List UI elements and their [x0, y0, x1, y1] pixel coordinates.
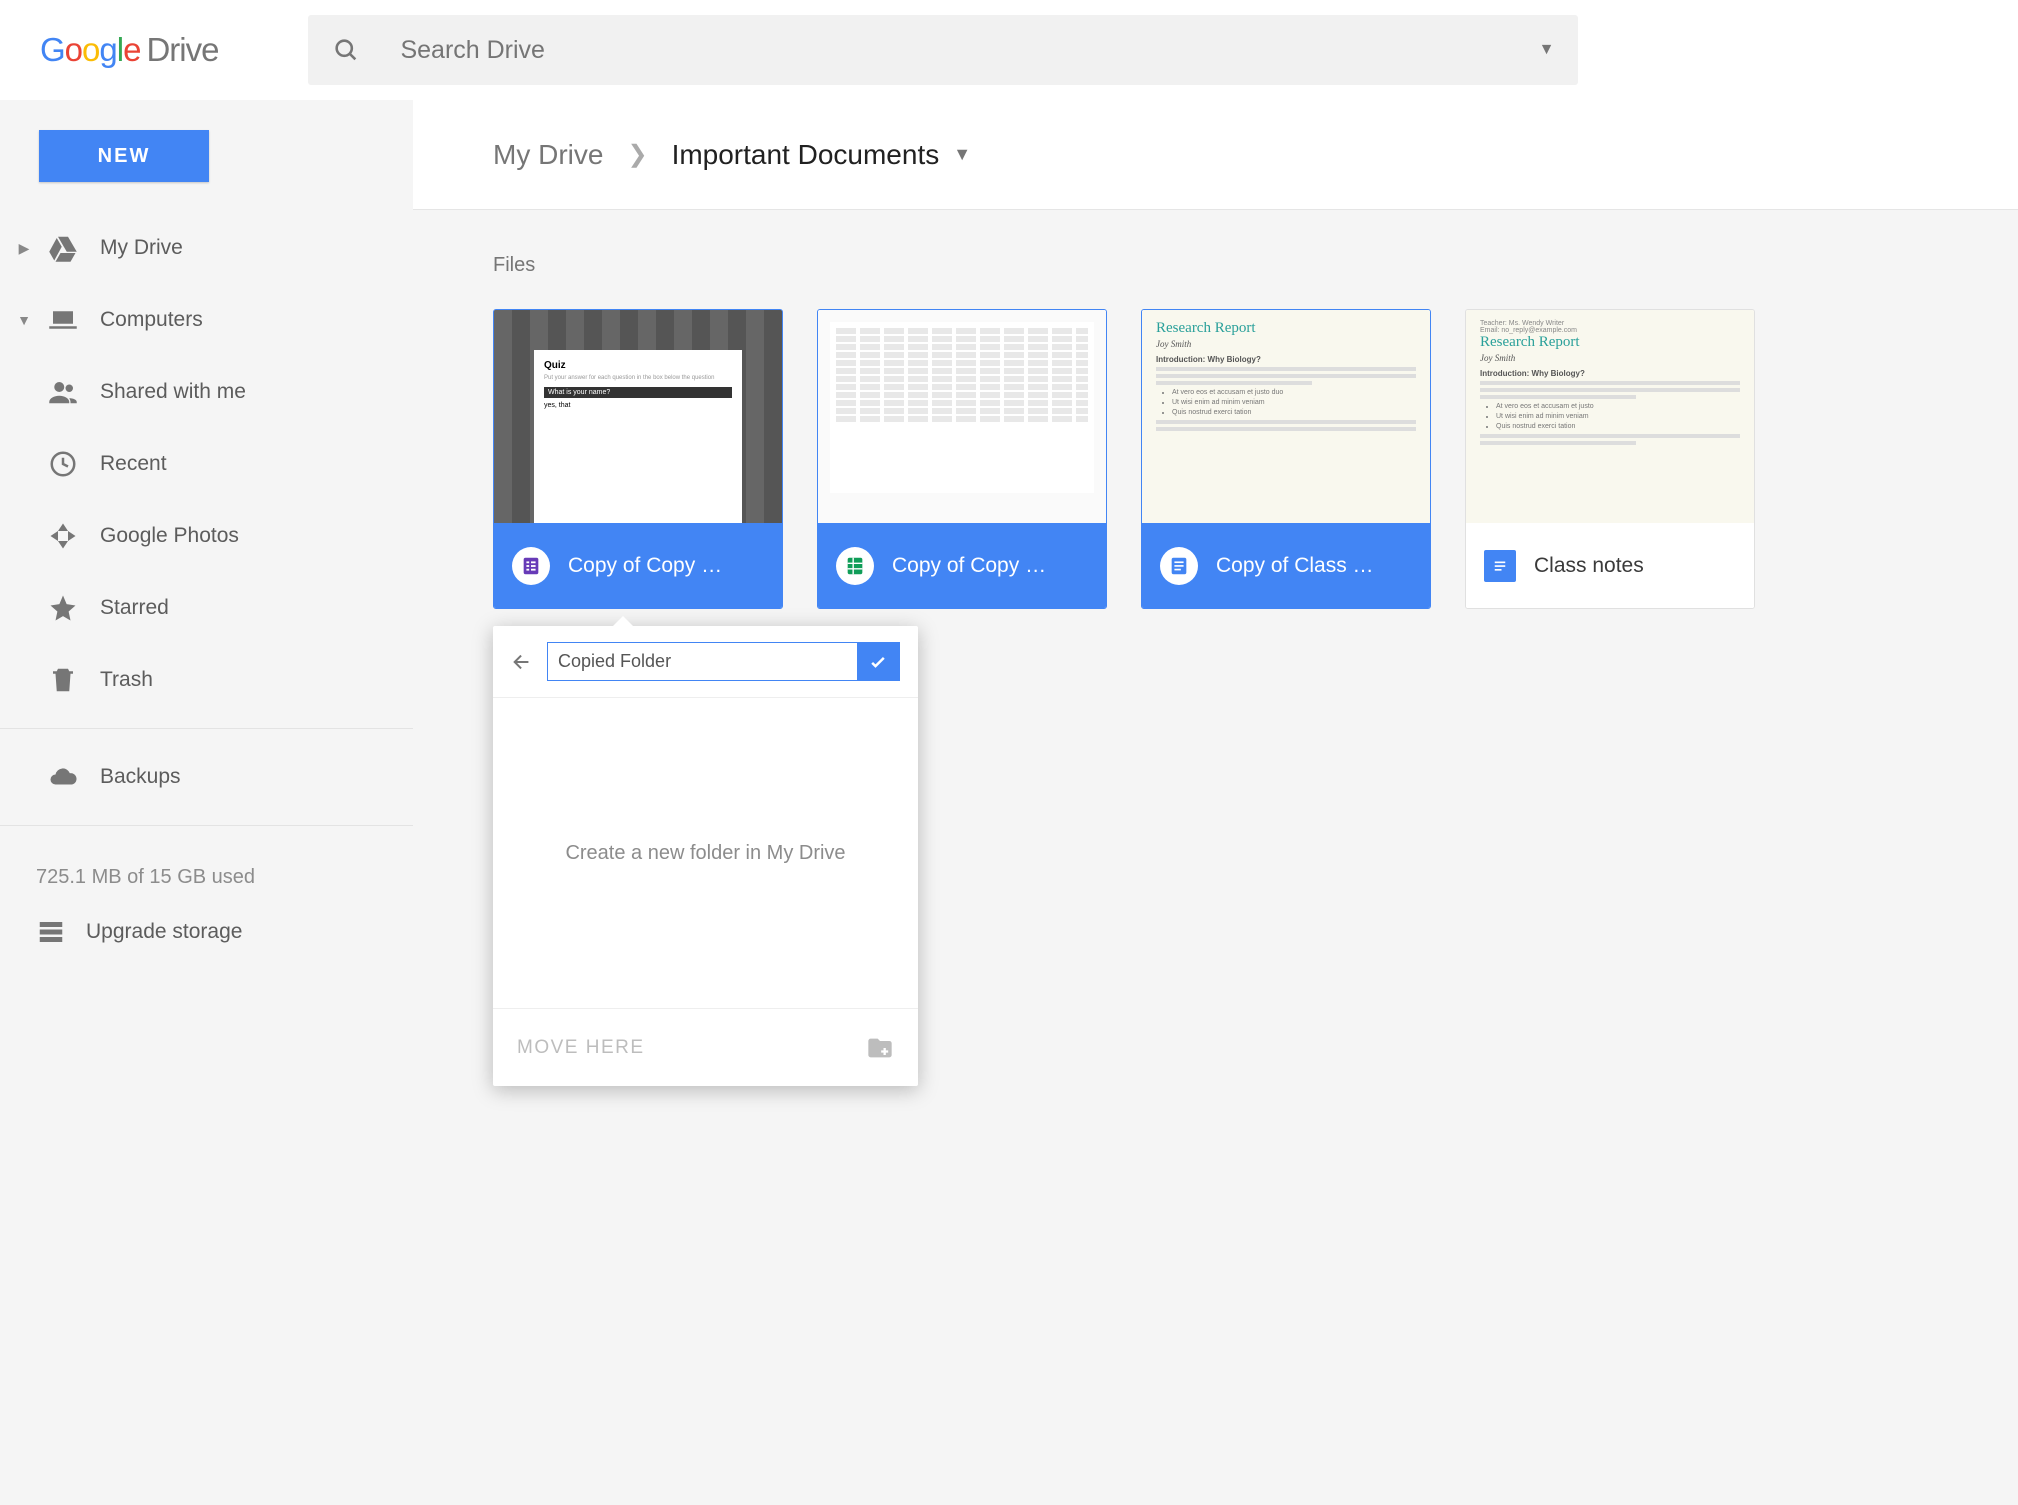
upgrade-storage-link[interactable]: Upgrade storage	[0, 889, 413, 947]
divider	[0, 728, 413, 729]
trash-icon	[38, 665, 88, 695]
search-options-icon[interactable]: ▼	[1539, 41, 1555, 59]
sidebar-item-label: Starred	[100, 596, 169, 620]
file-card[interactable]: Copy of Copy …	[817, 309, 1107, 609]
nav-list: ▶ My Drive ▼ Computers Shared with me Re…	[0, 212, 413, 716]
clock-icon	[38, 449, 88, 479]
file-thumbnail: Teacher: Ms. Wendy WriterEmail: no_reply…	[1466, 310, 1754, 523]
sidebar-item-label: Recent	[100, 452, 167, 476]
sidebar: NEW ▶ My Drive ▼ Computers Shared with m…	[0, 100, 413, 1396]
photos-icon	[38, 521, 88, 551]
sidebar-item-recent[interactable]: Recent	[0, 428, 413, 500]
search-bar[interactable]: ▼	[308, 15, 1578, 85]
sidebar-item-shared[interactable]: Shared with me	[0, 356, 413, 428]
sidebar-item-label: Google Photos	[100, 524, 239, 548]
file-name: Copy of Class …	[1216, 554, 1374, 578]
search-icon	[332, 36, 360, 64]
file-card[interactable]: Research ReportJoy Smith Introduction: W…	[1141, 309, 1431, 609]
cloud-icon	[38, 762, 88, 792]
file-grid: QuizPut your answer for each question in…	[413, 285, 2018, 609]
sidebar-item-photos[interactable]: Google Photos	[0, 500, 413, 572]
move-here-button[interactable]: MOVE HERE	[517, 1037, 645, 1059]
storage-icon	[36, 917, 86, 947]
laptop-icon	[38, 305, 88, 335]
forms-icon	[512, 547, 550, 585]
google-logo-text: GoogleDrive	[40, 31, 218, 69]
sidebar-item-label: Computers	[100, 308, 203, 332]
file-name: Copy of Copy …	[892, 554, 1046, 578]
file-card[interactable]: Teacher: Ms. Wendy WriterEmail: no_reply…	[1465, 309, 1755, 609]
sidebar-item-starred[interactable]: Starred	[0, 572, 413, 644]
folder-name-input-wrap	[547, 642, 900, 681]
confirm-button[interactable]	[857, 643, 899, 680]
file-thumbnail: QuizPut your answer for each question in…	[494, 310, 782, 523]
empty-state-text: Create a new folder in My Drive	[565, 842, 845, 865]
expand-icon[interactable]: ▶	[10, 240, 38, 257]
chevron-down-icon[interactable]: ▼	[953, 144, 971, 165]
sidebar-item-my-drive[interactable]: ▶ My Drive	[0, 212, 413, 284]
file-thumbnail	[818, 310, 1106, 523]
upgrade-label: Upgrade storage	[86, 920, 242, 944]
docs-icon	[1160, 547, 1198, 585]
sidebar-item-label: Backups	[100, 765, 181, 789]
sidebar-item-label: Shared with me	[100, 380, 246, 404]
breadcrumb-root[interactable]: My Drive	[493, 139, 603, 171]
star-icon	[38, 593, 88, 623]
people-icon	[38, 377, 88, 407]
chevron-right-icon: ❯	[627, 140, 647, 169]
drive-icon	[38, 233, 88, 263]
file-name: Copy of Copy …	[568, 554, 722, 578]
file-name: Class notes	[1534, 554, 1644, 578]
sheets-icon	[836, 547, 874, 585]
sidebar-item-label: My Drive	[100, 236, 183, 260]
new-folder-icon[interactable]	[866, 1034, 894, 1062]
move-popup-body: Create a new folder in My Drive	[493, 698, 918, 1008]
docs-icon	[1484, 550, 1516, 582]
file-thumbnail: Research ReportJoy Smith Introduction: W…	[1142, 310, 1430, 523]
sidebar-item-label: Trash	[100, 668, 153, 692]
top-bar: GoogleDrive ▼	[0, 0, 2018, 100]
section-heading: Files	[413, 210, 2018, 285]
logo[interactable]: GoogleDrive	[40, 31, 218, 69]
sidebar-item-computers[interactable]: ▼ Computers	[0, 284, 413, 356]
collapse-icon[interactable]: ▼	[10, 312, 38, 328]
sidebar-item-backups[interactable]: Backups	[0, 741, 413, 813]
breadcrumb: My Drive ❯ Important Documents ▼	[413, 100, 2018, 210]
back-icon[interactable]	[511, 651, 533, 673]
folder-name-input[interactable]	[548, 643, 857, 680]
file-card[interactable]: QuizPut your answer for each question in…	[493, 309, 783, 609]
sidebar-item-trash[interactable]: Trash	[0, 644, 413, 716]
breadcrumb-current[interactable]: Important Documents	[672, 139, 940, 171]
new-button[interactable]: NEW	[39, 130, 209, 182]
move-to-popup: Create a new folder in My Drive MOVE HER…	[493, 626, 918, 1086]
storage-usage-text: 725.1 MB of 15 GB used	[0, 838, 413, 889]
search-input[interactable]	[400, 36, 1498, 65]
divider	[0, 825, 413, 826]
